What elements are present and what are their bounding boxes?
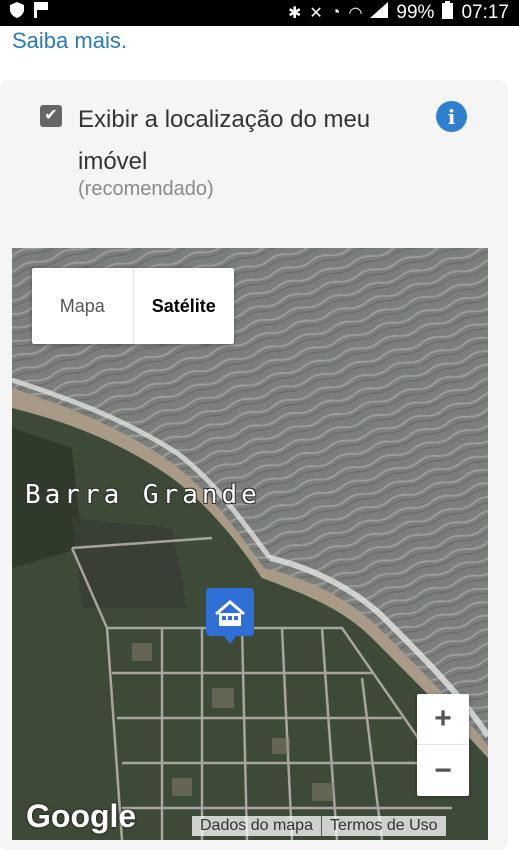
- map-type-control: Mapa Satélite: [32, 268, 234, 344]
- clock: 07:17: [461, 2, 509, 23]
- show-location-label[interactable]: Exibir a localização do meu imóvel: [78, 99, 408, 183]
- map-view[interactable]: Mapa Satélite Barra Grande + − Google Da…: [12, 248, 488, 840]
- mute-icon: ✕: [309, 5, 323, 22]
- battery-percent: 99%: [396, 2, 435, 23]
- alarm-icon: ◔: [330, 4, 341, 21]
- status-right-icons: ✱ ✕ ◔ ◠ 99% 07:17: [288, 1, 509, 25]
- bluetooth-icon: ✱: [287, 5, 302, 22]
- map-data-link[interactable]: Dados do mapa: [192, 816, 321, 836]
- wifi-icon: ◠: [348, 5, 363, 22]
- battery-icon: [442, 1, 454, 25]
- zoom-in-button[interactable]: +: [417, 694, 469, 745]
- place-label: Barra Grande: [25, 480, 261, 510]
- status-left-icons: [10, 2, 48, 24]
- status-bar: ✱ ✕ ◔ ◠ 99% 07:17: [0, 0, 519, 26]
- zoom-out-button[interactable]: −: [417, 745, 469, 796]
- zoom-control: + −: [417, 694, 469, 796]
- shield-icon: [10, 2, 24, 24]
- tab-map[interactable]: Mapa: [32, 268, 134, 344]
- learn-more-link[interactable]: Saiba mais.: [12, 28, 127, 54]
- map-attribution: Dados do mapa Termos de Uso: [192, 816, 446, 836]
- google-logo: Google: [26, 798, 137, 834]
- signal-icon: [370, 2, 389, 24]
- flag-icon: [34, 2, 48, 24]
- terms-of-use-link[interactable]: Termos de Uso: [322, 816, 446, 836]
- info-icon[interactable]: i: [436, 101, 467, 132]
- show-location-checkbox-row[interactable]: ✔: [40, 100, 62, 127]
- tab-satellite[interactable]: Satélite: [134, 268, 235, 344]
- show-location-checkbox[interactable]: ✔: [40, 105, 62, 127]
- recommended-hint: (recomendado): [78, 178, 214, 200]
- house-marker-icon[interactable]: [206, 588, 254, 644]
